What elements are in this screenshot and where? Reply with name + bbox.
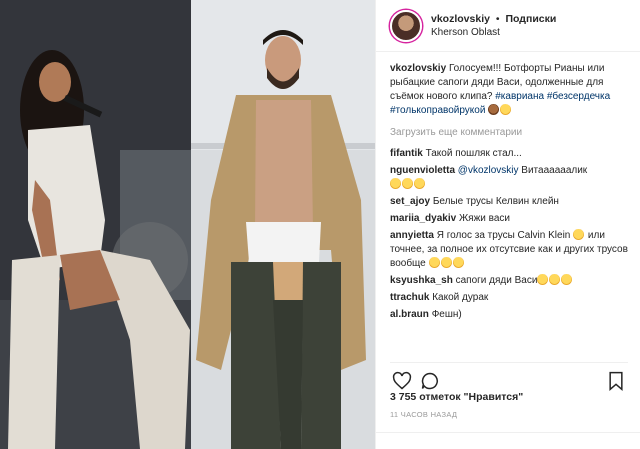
comment-text: сапоги дяди Васи — [455, 275, 538, 286]
mention-link[interactable]: @vkozlovskiy — [458, 165, 519, 176]
comment-username[interactable]: set_ajoy — [390, 196, 430, 207]
emoji-icon — [573, 229, 585, 240]
comment: ksyushka_sh сапоги дяди Васи — [390, 274, 632, 288]
emoji-icon — [500, 104, 512, 115]
comment-username[interactable]: ttrachuk — [390, 292, 429, 303]
comment-text: Такой пошляк стал... — [425, 148, 522, 159]
hashtag-link[interactable]: #толькоправойрукой — [390, 105, 485, 116]
header-text: vkozlovskiy • Подписки Kherson Oblast — [431, 12, 556, 40]
comment-username[interactable]: nguenvioletta — [390, 165, 455, 176]
add-comment-area[interactable] — [376, 432, 640, 449]
comment: fifantik Такой пошляк стал... — [390, 147, 632, 161]
hashtag-link[interactable]: #безсердечка — [547, 91, 610, 102]
comment-text: Жяжи васи — [458, 213, 511, 224]
heart-icon[interactable] — [392, 371, 412, 391]
emoji-icon — [537, 274, 549, 285]
instagram-post: vkozlovskiy • Подписки Kherson Oblast vk… — [0, 0, 640, 449]
likes-count[interactable]: 3 755 отметок "Нравится" — [390, 391, 523, 403]
photo-right — [191, 0, 375, 449]
comment-username[interactable]: fifantik — [390, 148, 423, 159]
comment: nguenvioletta @vkozlovskiy Витаааааалик — [390, 164, 632, 192]
post-header: vkozlovskiy • Подписки Kherson Oblast — [376, 0, 640, 52]
comment-text: Какой дурак — [432, 292, 489, 303]
emoji-icon — [549, 274, 561, 285]
comment-username[interactable]: al.braun — [390, 309, 429, 320]
emoji-icon — [452, 257, 464, 268]
hashtag-link[interactable]: #кавриана — [495, 91, 544, 102]
emoji-icon — [428, 257, 440, 268]
comment: ttrachuk Какой дурак — [390, 291, 632, 305]
header-separator: • — [495, 12, 500, 25]
comment-icon[interactable] — [420, 371, 440, 391]
comment-text: Белые трусы Келвин клейн — [432, 196, 559, 207]
emoji-icon — [402, 178, 413, 189]
comment: set_ajoy Белые трусы Келвин клейн — [390, 195, 632, 209]
post-timestamp[interactable]: 11 ЧАСОВ НАЗАД — [390, 410, 457, 419]
photo-left — [0, 0, 191, 449]
comment-username[interactable]: annyietta — [390, 230, 434, 241]
header-username[interactable]: vkozlovskiy — [431, 13, 490, 25]
avatar[interactable] — [390, 9, 422, 42]
comments-list: vkozlovskiy Голосуем!!! Ботфорты Рианы и… — [390, 62, 632, 325]
emoji-icon — [390, 178, 401, 189]
comment-username[interactable]: ksyushka_sh — [390, 275, 453, 286]
comment-text: Я голос за трусы Calvin Klein — [436, 230, 571, 241]
caption: vkozlovskiy Голосуем!!! Ботфорты Рианы и… — [390, 62, 632, 118]
following-button[interactable]: Подписки — [505, 13, 556, 25]
emoji-icon — [488, 104, 500, 115]
comment-text: Фешн) — [431, 309, 462, 320]
comment: al.braun Фешн) — [390, 308, 632, 322]
emoji-icon — [414, 178, 425, 189]
post-media[interactable] — [0, 0, 375, 449]
action-bar — [390, 362, 628, 392]
comment: annyietta Я голос за трусы Calvin Klein … — [390, 229, 632, 271]
emoji-icon — [440, 257, 452, 268]
comment-username[interactable]: mariia_dyakiv — [390, 213, 456, 224]
load-more-comments-button[interactable]: Загрузить еще комментарии — [390, 126, 632, 140]
post-sidebar: vkozlovskiy • Подписки Kherson Oblast vk… — [375, 0, 640, 449]
location-link[interactable]: Kherson Oblast — [431, 26, 556, 40]
caption-username[interactable]: vkozlovskiy — [390, 63, 446, 74]
bookmark-icon[interactable] — [606, 371, 626, 391]
comment: mariia_dyakiv Жяжи васи — [390, 212, 632, 226]
emoji-icon — [561, 274, 573, 285]
comment-text: Витаааааалик — [521, 165, 588, 176]
